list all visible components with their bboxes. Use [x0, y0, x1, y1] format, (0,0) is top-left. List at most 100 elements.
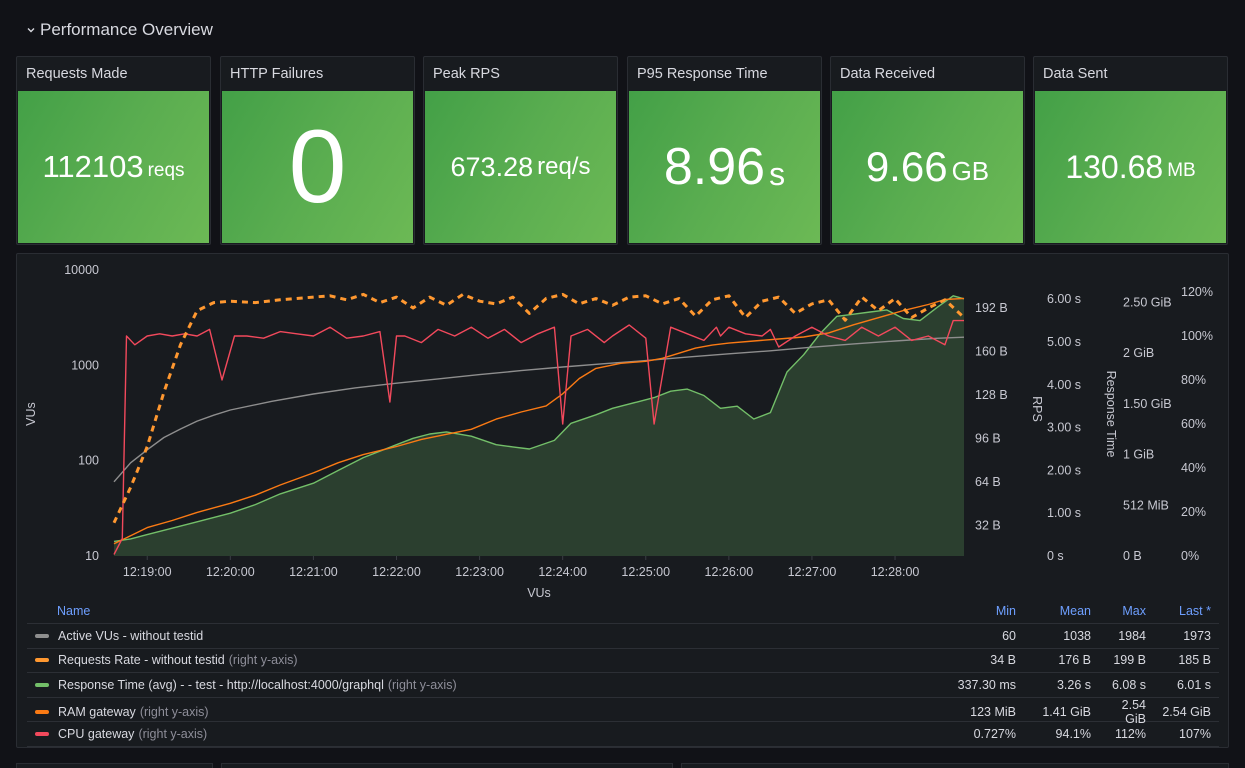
stat-value: 112103 [42, 149, 144, 184]
x-tick-label: 12:23:00 [455, 565, 504, 579]
stat-title: HTTP Failures [230, 66, 324, 82]
legend-mean-value: 176 B [1058, 653, 1091, 668]
x-tick-label: 12:28:00 [871, 565, 920, 579]
stat-body: 130.68 MB [1035, 91, 1226, 243]
legend-header-min[interactable]: Min [939, 604, 1024, 618]
response-time-tick-label: 0 s [1047, 549, 1064, 563]
legend-mean-value: 1.41 GiB [1042, 704, 1091, 719]
timeseries-chart[interactable]: 10 100 1000 10000 VUs 12:19:00 12:20:00 12:21:0… [17, 254, 1230, 599]
stat-unit: GB [951, 155, 990, 186]
legend-last-value: 1973 [1183, 628, 1211, 643]
stat-title: Requests Made [26, 66, 128, 82]
legend-row[interactable]: RAM gateway (right y-axis) 123 MiB 1.41 GiB… [27, 698, 1219, 726]
stat-unit: reqs [147, 160, 185, 181]
legend-row[interactable]: Requests Rate - without testid (right y-a… [27, 649, 1219, 674]
row-collapse-toggle[interactable]: Performance Overview [26, 20, 213, 40]
ram-tick-label: 512 MiB [1123, 498, 1169, 512]
series-label: Response Time (avg) - - test - http://lo… [58, 677, 384, 692]
rps-tick-label: 128 B [975, 388, 1008, 402]
legend-last-value: 107% [1179, 727, 1211, 742]
y-tick-label: 10000 [64, 263, 99, 277]
series-color-swatch[interactable] [35, 682, 49, 687]
rps-axis-label: RPS [1030, 396, 1044, 422]
legend-series-name[interactable]: Active VUs - without testid [27, 629, 939, 643]
legend-header-max[interactable]: Max [1099, 604, 1154, 618]
stat-body: 8.96 s [629, 91, 820, 243]
next-panel [681, 763, 1229, 768]
stat-panel-requests-made[interactable]: Requests Made 112103 reqs [16, 56, 211, 245]
legend-header-last[interactable]: Last * [1154, 604, 1219, 618]
stat-panel-p95-response-time[interactable]: P95 Response Time 8.96 s [627, 56, 822, 245]
legend-header-name[interactable]: Name [27, 604, 939, 618]
x-tick-label: 12:22:00 [372, 565, 421, 579]
series-label: Requests Rate - without testid [58, 653, 225, 668]
series-label: RAM gateway [58, 704, 136, 719]
legend-row[interactable]: CPU gateway (right y-axis) 0.727% 94.1% 112%… [27, 722, 1219, 747]
legend-min-value: 0.727% [973, 727, 1016, 742]
stat-value: 0 [288, 108, 347, 225]
y-tick-label: 100 [78, 454, 99, 468]
x-tick-label: 12:24:00 [538, 565, 587, 579]
stat-title: P95 Response Time [637, 66, 768, 82]
legend-series-name[interactable]: Requests Rate - without testid (right y-a… [27, 653, 939, 667]
legend-min-value: 337.30 ms [957, 677, 1016, 692]
stat-panel-http-failures[interactable]: HTTP Failures 0 [220, 56, 415, 245]
next-panel [221, 763, 673, 768]
x-tick-label: 12:21:00 [289, 565, 338, 579]
cpu-tick-label: 100% [1181, 329, 1213, 343]
ram-tick-label: 1.50 GiB [1123, 397, 1172, 411]
legend-series-name[interactable]: RAM gateway (right y-axis) [27, 705, 939, 719]
response-time-tick-label: 2.00 s [1047, 463, 1081, 477]
ram-tick-label: 2 GiB [1123, 346, 1154, 360]
legend-series-name[interactable]: Response Time (avg) - - test - http://lo… [27, 678, 939, 692]
y-axis-label: VUs [24, 402, 38, 426]
stat-title: Data Sent [1043, 66, 1108, 82]
x-tick-label: 12:27:00 [788, 565, 837, 579]
x-tick-label: 12:20:00 [206, 565, 255, 579]
x-tick-label: 12:25:00 [621, 565, 670, 579]
legend-table: Name Min Mean Max Last * Active VUs - wi… [27, 599, 1219, 747]
axis-note: (right y-axis) [228, 653, 298, 668]
legend-last-value: 6.01 s [1176, 677, 1211, 692]
axis-note: (right y-axis) [138, 727, 208, 742]
stat-panel-data-received[interactable]: Data Received 9.66 GB [830, 56, 1025, 245]
legend-header: Name Min Mean Max Last * [27, 599, 1219, 624]
legend-series-name[interactable]: CPU gateway (right y-axis) [27, 727, 939, 741]
ram-tick-label: 0 B [1123, 549, 1142, 563]
legend-max-value: 112% [1114, 727, 1146, 742]
legend-row[interactable]: Response Time (avg) - - test - http://lo… [27, 673, 1219, 698]
stat-panel-data-sent[interactable]: Data Sent 130.68 MB [1033, 56, 1228, 245]
rps-tick-label: 192 B [975, 301, 1008, 315]
stat-unit: s [769, 155, 786, 192]
rps-tick-label: 64 B [975, 475, 1001, 489]
stat-body: 0 [222, 91, 413, 243]
series-color-swatch[interactable] [35, 709, 49, 714]
response-time-tick-label: 3.00 s [1047, 421, 1081, 435]
ram-tick-label: 2.50 GiB [1123, 296, 1172, 310]
response-time-tick-label: 1.00 s [1047, 506, 1081, 520]
legend-max-value: 6.08 s [1111, 677, 1146, 692]
legend-mean-value: 1038 [1063, 628, 1091, 643]
legend-mean-value: 3.26 s [1056, 677, 1091, 692]
stat-body: 112103 reqs [18, 91, 209, 243]
response-time-axis-label: Response Time [1104, 371, 1118, 458]
legend-min-value: 60 [1002, 628, 1016, 643]
stat-title: Peak RPS [433, 66, 500, 82]
cpu-tick-label: 0% [1181, 549, 1199, 563]
legend-row[interactable]: Active VUs - without testid 60 1038 1984 197… [27, 624, 1219, 649]
series-color-swatch[interactable] [35, 633, 49, 638]
timeseries-panel[interactable]: 10 100 1000 10000 VUs 12:19:00 12:20:00 12:21:0… [16, 253, 1229, 748]
response-time-tick-label: 6.00 s [1047, 292, 1081, 306]
stat-body: 9.66 GB [832, 91, 1023, 243]
rps-tick-label: 32 B [975, 519, 1001, 533]
legend-last-value: 185 B [1178, 653, 1211, 668]
stat-unit: req/s [537, 153, 591, 180]
stat-panel-peak-rps[interactable]: Peak RPS 673.28 req/s [423, 56, 618, 245]
legend-header-mean[interactable]: Mean [1024, 604, 1099, 618]
series-color-swatch[interactable] [35, 658, 49, 663]
legend-max-value: 1984 [1118, 628, 1146, 643]
stat-unit: MB [1167, 160, 1196, 181]
x-tick-label: 12:19:00 [123, 565, 172, 579]
series-color-swatch[interactable] [35, 732, 49, 737]
row-title: Performance Overview [40, 20, 213, 39]
